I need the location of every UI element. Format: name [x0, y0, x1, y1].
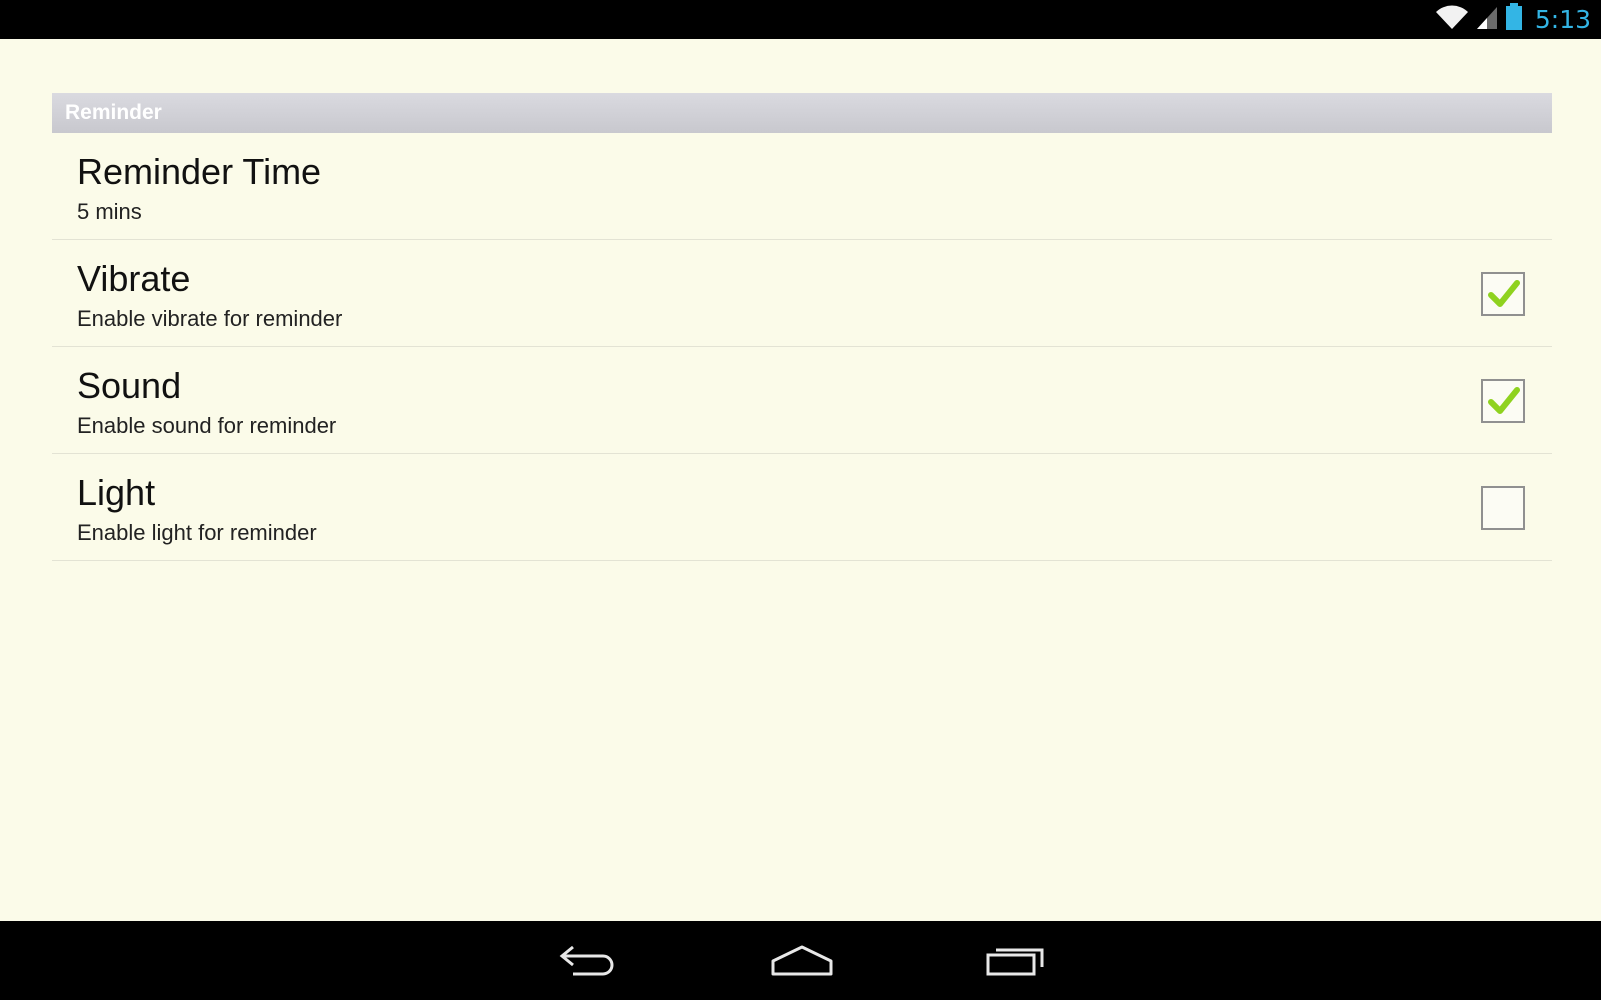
- status-icons: 5:13: [1435, 0, 1591, 39]
- recent-apps-icon: [986, 948, 1044, 976]
- pref-title: Light: [77, 472, 156, 513]
- home-icon: [771, 945, 833, 976]
- light-checkbox[interactable]: [1481, 486, 1525, 530]
- navigation-bar: [0, 921, 1601, 1000]
- status-time: 5:13: [1534, 5, 1591, 34]
- back-button[interactable]: [548, 933, 628, 987]
- pref-sound[interactable]: Sound Enable sound for reminder: [52, 347, 1552, 454]
- pref-light[interactable]: Light Enable light for reminder: [52, 454, 1552, 561]
- settings-content: Reminder Reminder Time 5 mins Vibrate En…: [0, 39, 1601, 921]
- checkmark-icon: [1488, 387, 1520, 414]
- pref-vibrate[interactable]: Vibrate Enable vibrate for reminder: [52, 240, 1552, 347]
- pref-summary: Enable vibrate for reminder: [77, 306, 343, 331]
- category-header: Reminder: [52, 93, 1552, 133]
- pref-title: Sound: [77, 365, 182, 406]
- pref-title: Vibrate: [77, 258, 191, 299]
- pref-summary: Enable sound for reminder: [77, 413, 337, 438]
- back-icon: [559, 945, 614, 976]
- pref-summary: Enable light for reminder: [77, 520, 317, 545]
- wifi-icon: [1435, 4, 1469, 35]
- vibrate-checkbox[interactable]: [1481, 272, 1525, 316]
- pref-summary: 5 mins: [77, 199, 142, 224]
- pref-reminder-time[interactable]: Reminder Time 5 mins: [52, 133, 1552, 240]
- pref-title: Reminder Time: [77, 151, 322, 192]
- recent-apps-button[interactable]: [976, 933, 1056, 987]
- home-button[interactable]: [762, 933, 842, 987]
- sound-checkbox[interactable]: [1481, 379, 1525, 423]
- cell-signal-icon: [1475, 4, 1499, 35]
- battery-icon: [1505, 3, 1523, 36]
- status-bar: 5:13: [0, 0, 1601, 39]
- checkmark-icon: [1488, 280, 1520, 307]
